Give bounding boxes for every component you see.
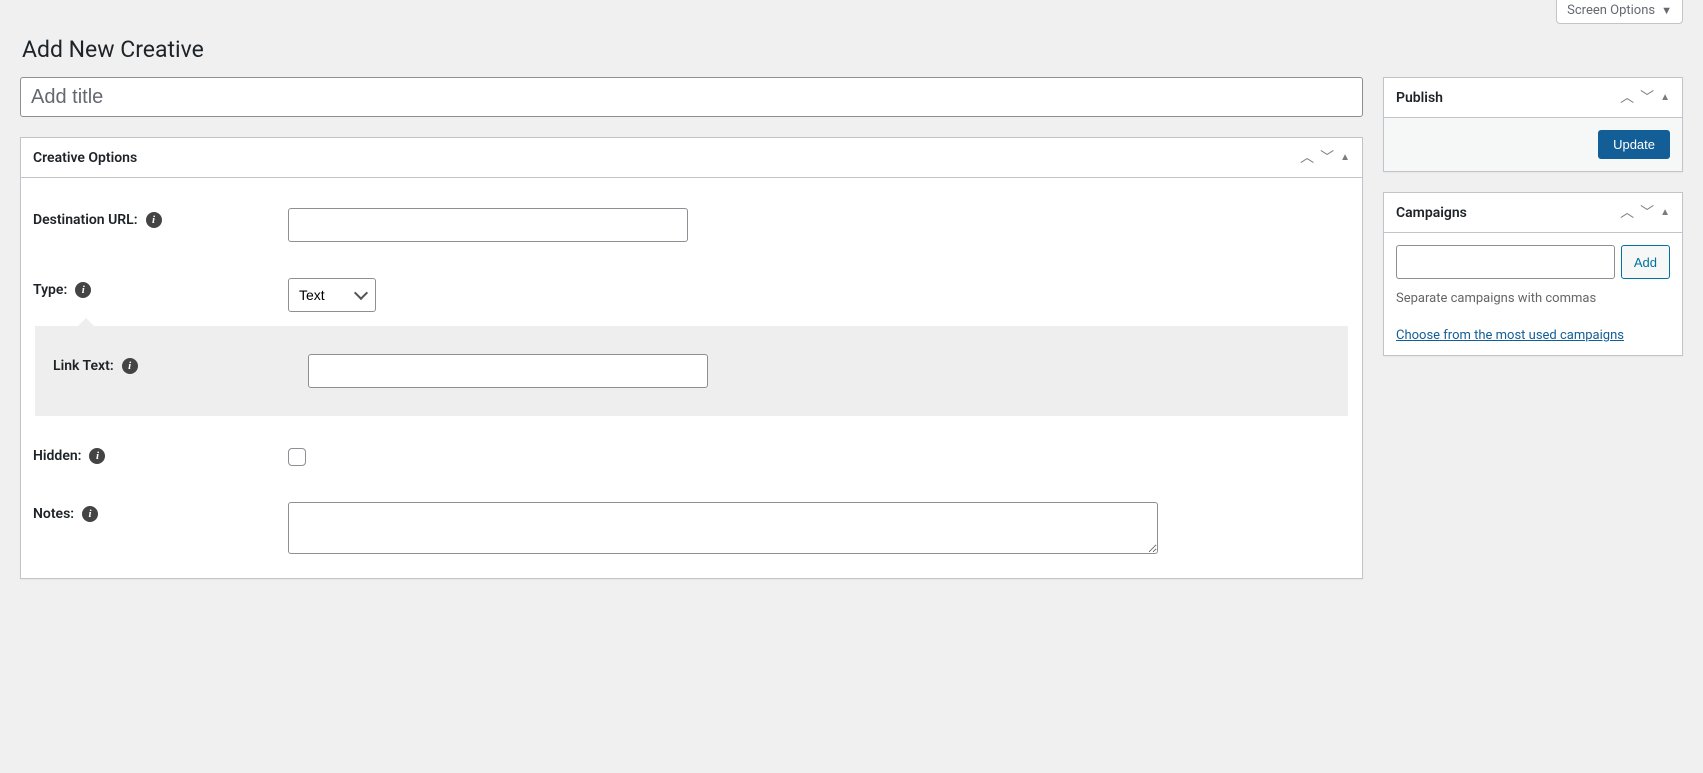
chevron-up-icon[interactable]: ︿: [1300, 151, 1314, 165]
hidden-label: Hidden:: [33, 448, 81, 464]
info-icon[interactable]: i: [146, 212, 162, 228]
notes-label: Notes:: [33, 506, 74, 522]
chevron-down-icon[interactable]: ﹀: [1640, 91, 1654, 105]
publish-heading: Publish: [1396, 90, 1620, 106]
update-button[interactable]: Update: [1598, 130, 1670, 159]
chevron-down-icon[interactable]: ﹀: [1320, 151, 1334, 165]
publish-box: Publish ︿ ﹀ ▲ Update: [1383, 77, 1683, 172]
choose-campaigns-link[interactable]: Choose from the most used campaigns: [1396, 328, 1624, 343]
info-icon[interactable]: i: [122, 358, 138, 374]
chevron-down-icon[interactable]: ﹀: [1640, 206, 1654, 220]
info-icon[interactable]: i: [82, 506, 98, 522]
campaigns-help-text: Separate campaigns with commas: [1396, 291, 1670, 306]
creative-options-heading: Creative Options: [33, 150, 1300, 166]
info-icon[interactable]: i: [75, 282, 91, 298]
campaigns-heading: Campaigns: [1396, 205, 1620, 221]
chevron-up-icon[interactable]: ︿: [1620, 91, 1634, 105]
chevron-down-icon: ▼: [1661, 4, 1672, 17]
page-title: Add New Creative: [22, 36, 1681, 63]
type-label: Type:: [33, 282, 67, 298]
chevron-up-icon[interactable]: ︿: [1620, 206, 1634, 220]
campaign-input[interactable]: [1396, 245, 1615, 279]
link-text-label: Link Text:: [53, 358, 114, 374]
destination-url-label: Destination URL:: [33, 212, 138, 228]
destination-url-input[interactable]: [288, 208, 688, 242]
collapse-icon[interactable]: ▲: [1660, 207, 1670, 218]
creative-options-box: Creative Options ︿ ﹀ ▲ Destination URL: …: [20, 137, 1363, 579]
collapse-icon[interactable]: ▲: [1660, 92, 1670, 103]
screen-options-toggle[interactable]: Screen Options ▼: [1556, 0, 1683, 24]
creative-options-header: Creative Options ︿ ﹀ ▲: [21, 138, 1362, 178]
link-text-input[interactable]: [308, 354, 708, 388]
screen-options-label: Screen Options: [1567, 3, 1655, 18]
info-icon[interactable]: i: [89, 448, 105, 464]
type-sub-panel: Link Text: i: [35, 326, 1348, 416]
notes-textarea[interactable]: [288, 502, 1158, 554]
hidden-checkbox[interactable]: [288, 448, 306, 466]
add-campaign-button[interactable]: Add: [1621, 245, 1670, 279]
publish-header: Publish ︿ ﹀ ▲: [1384, 78, 1682, 118]
collapse-icon[interactable]: ▲: [1340, 152, 1350, 163]
title-input[interactable]: [20, 77, 1363, 117]
campaigns-box: Campaigns ︿ ﹀ ▲ Add Separate campaigns w…: [1383, 192, 1683, 356]
campaigns-header: Campaigns ︿ ﹀ ▲: [1384, 193, 1682, 233]
type-select[interactable]: Text: [288, 278, 376, 312]
